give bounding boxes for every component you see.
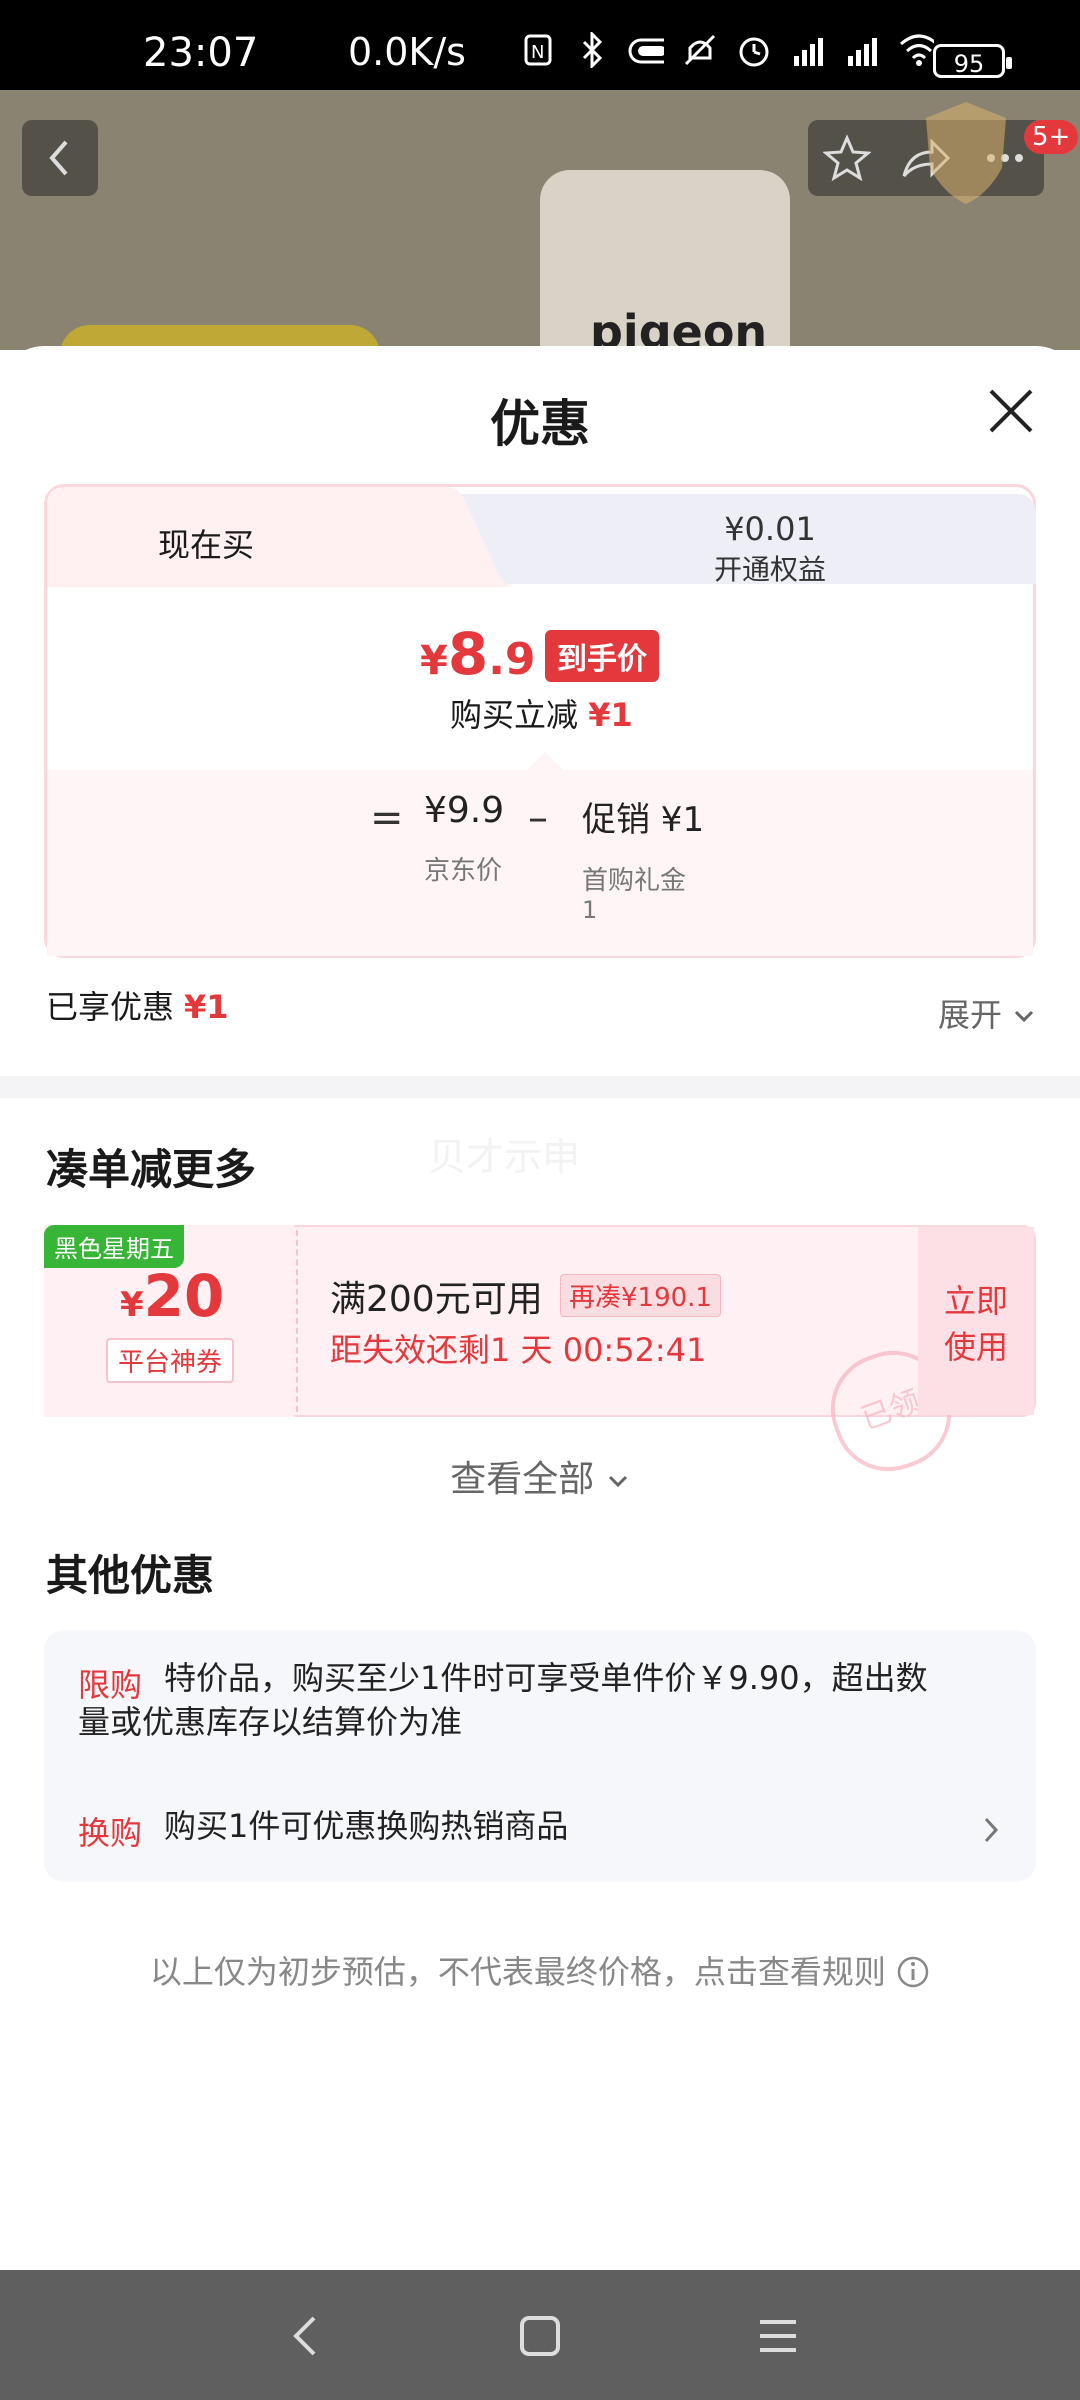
product-brand: pigeon bbox=[590, 305, 768, 350]
bundle-title: 凑单减更多 bbox=[46, 1145, 257, 1194]
system-nav-bar bbox=[0, 2270, 1080, 2400]
chevron-down-icon bbox=[1015, 1010, 1034, 1023]
back-button[interactable] bbox=[22, 120, 98, 196]
status-icons: N bbox=[520, 32, 934, 68]
close-icon[interactable] bbox=[986, 386, 1036, 436]
section-divider bbox=[0, 1076, 1080, 1098]
final-price-decimal: .9 bbox=[488, 634, 536, 685]
use-coupon-line2: 使用 bbox=[943, 1328, 1008, 1366]
coupon-countdown: 距失效还剩1 天 00:52:41 bbox=[330, 1331, 707, 1369]
enjoyed-discount: 已享优惠 ¥1 bbox=[46, 982, 229, 1028]
coupon-amount: ¥20 bbox=[120, 1262, 224, 1330]
jd-price: ¥9.9 bbox=[424, 790, 505, 831]
disclaimer[interactable]: 以上仅为初步预估，不代表最终价格，点击查看规则 bbox=[0, 1947, 1080, 1993]
faint-watermark-text: 贝才示申 bbox=[428, 1135, 581, 1179]
battery-indicator: 95 bbox=[933, 44, 1012, 78]
nav-home-icon[interactable] bbox=[518, 2314, 562, 2358]
chevron-down-icon bbox=[608, 1475, 627, 1488]
battery-saver-icon bbox=[628, 32, 664, 68]
sheet-title: 优惠 bbox=[490, 395, 590, 453]
coupon-condition: 满200元可用 bbox=[330, 1279, 543, 1320]
enjoyed-amount: ¥1 bbox=[184, 988, 229, 1026]
final-price: ¥8.9 bbox=[420, 620, 536, 688]
final-price-integer: 8 bbox=[447, 620, 489, 688]
promo-sub-label: 首购礼金 bbox=[582, 866, 687, 896]
mute-icon bbox=[682, 32, 718, 68]
exchange-text: 购买1件可优惠换购热销商品 bbox=[164, 1807, 569, 1845]
coupon-currency: ¥ bbox=[120, 1285, 144, 1325]
promo-sub-count: 1 bbox=[582, 896, 598, 924]
final-price-currency: ¥ bbox=[420, 638, 448, 684]
use-coupon-line1: 立即 bbox=[943, 1282, 1008, 1320]
alarm-icon bbox=[736, 32, 772, 68]
status-bar: 23:07 0.0K/s N 95 bbox=[0, 0, 1080, 90]
jd-price-label: 京东价 bbox=[424, 856, 503, 886]
tab-membership-label: 开通权益 bbox=[713, 553, 826, 586]
use-coupon-label: 立即 使用 bbox=[918, 1278, 1034, 1370]
instant-discount-label: 购买立减 bbox=[450, 696, 579, 734]
limit-purchase-text: 特价品，购买至少1件时可享受单件价￥9.90，超出数量或优惠库存以结算价为准 bbox=[78, 1659, 928, 1741]
exchange-label: 换购 bbox=[78, 1814, 143, 1852]
coupon-extra-needed: 再凑¥190.1 bbox=[560, 1274, 721, 1317]
favorite-star-icon[interactable] bbox=[822, 134, 871, 182]
cart-badge: 5+ bbox=[1024, 120, 1079, 154]
signal-icon-2 bbox=[844, 32, 880, 68]
nav-back-icon[interactable] bbox=[286, 2314, 326, 2358]
instant-discount-amount: ¥1 bbox=[588, 696, 633, 734]
bluetooth-icon bbox=[574, 32, 610, 68]
nfc-icon: N bbox=[520, 32, 556, 68]
signal-icon-1 bbox=[790, 32, 826, 68]
tab-buy-now-label: 现在买 bbox=[158, 526, 255, 564]
enjoyed-label: 已享优惠 bbox=[46, 988, 175, 1026]
expand-button[interactable]: 展开 bbox=[938, 990, 1036, 1036]
others-title: 其他优惠 bbox=[46, 1551, 215, 1600]
minus-sign: – bbox=[528, 795, 548, 841]
status-time: 23:07 bbox=[143, 30, 259, 76]
expand-label: 展开 bbox=[938, 996, 1003, 1034]
breakdown-notch bbox=[527, 752, 563, 770]
view-all-button[interactable]: 查看全部 bbox=[0, 1450, 1080, 1502]
disclaimer-text: 以上仅为初步预估，不代表最终价格，点击查看规则 bbox=[149, 1953, 886, 1991]
instant-discount: 购买立减 ¥1 bbox=[450, 690, 633, 736]
final-price-tag: 到手价 bbox=[545, 630, 659, 682]
view-all-label: 查看全部 bbox=[450, 1459, 595, 1500]
back-icon bbox=[49, 140, 68, 176]
watermark-shield-icon bbox=[926, 102, 1006, 204]
coupon-type-label: 平台神券 bbox=[106, 1338, 235, 1383]
equals-sign: = bbox=[370, 795, 404, 841]
info-icon bbox=[897, 1956, 929, 1988]
nav-menu-icon[interactable] bbox=[756, 2314, 800, 2358]
wifi-icon bbox=[898, 32, 934, 68]
network-speed: 0.0K/s bbox=[348, 30, 466, 74]
svg-text:N: N bbox=[531, 42, 544, 63]
promo-discount: 促销 ¥1 bbox=[582, 800, 705, 840]
chevron-right-icon bbox=[984, 1817, 999, 1843]
tab-membership-price: ¥0.01 bbox=[724, 510, 816, 548]
tab-buy-now[interactable] bbox=[47, 487, 517, 587]
coupon-separator bbox=[296, 1230, 298, 1412]
coupon-value: 20 bbox=[143, 1262, 225, 1330]
